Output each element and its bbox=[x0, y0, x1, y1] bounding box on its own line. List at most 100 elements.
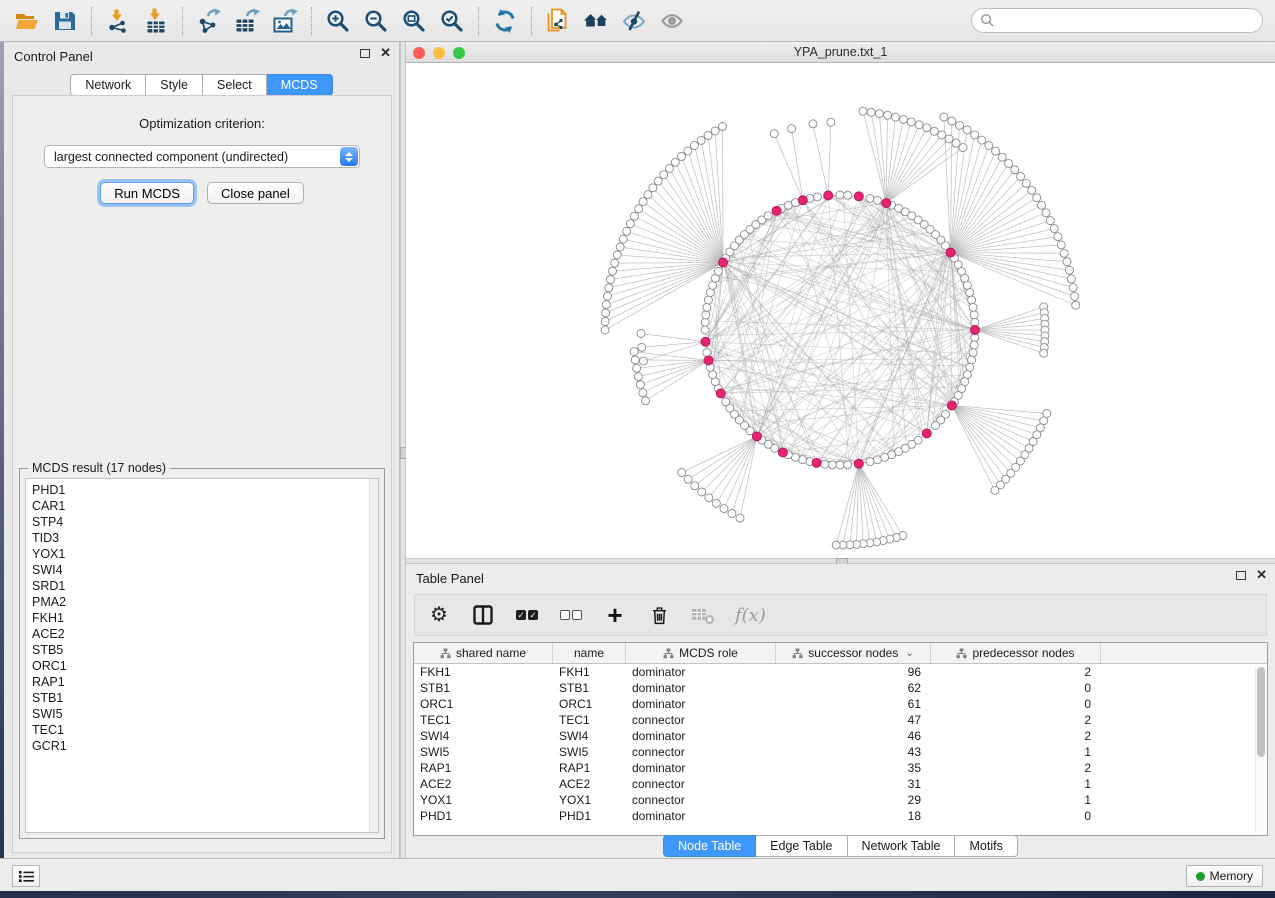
mcds-node-item[interactable]: ACE2 bbox=[32, 626, 378, 642]
open-file-button[interactable] bbox=[10, 4, 44, 38]
column-header-mcds-role[interactable]: MCDS role bbox=[626, 643, 776, 663]
mcds-node-item[interactable]: YOX1 bbox=[32, 546, 378, 562]
close-panel-icon[interactable]: ✕ bbox=[1256, 570, 1267, 580]
column-header-shared-name[interactable]: shared name bbox=[414, 643, 553, 663]
mcds-node-item[interactable]: SWI5 bbox=[32, 706, 378, 722]
table-row[interactable]: SWI5SWI5connector431 bbox=[414, 744, 1267, 760]
hide-graphics-details-button[interactable] bbox=[617, 4, 651, 38]
zoom-selected-icon bbox=[439, 8, 465, 34]
mcds-node-item[interactable]: RAP1 bbox=[32, 674, 378, 690]
table-row[interactable]: PHD1PHD1dominator180 bbox=[414, 808, 1267, 824]
tab-select[interactable]: Select bbox=[203, 74, 267, 96]
network-from-selection-button[interactable] bbox=[541, 4, 575, 38]
table-row[interactable]: FKH1FKH1dominator962 bbox=[414, 664, 1267, 680]
table-row[interactable]: YOX1YOX1connector291 bbox=[414, 792, 1267, 808]
table-row[interactable]: SWI4SWI4dominator462 bbox=[414, 728, 1267, 744]
unselect-all-button[interactable] bbox=[559, 602, 583, 628]
table-row[interactable]: STB1STB1dominator620 bbox=[414, 680, 1267, 696]
table-scrollbar[interactable] bbox=[1255, 667, 1265, 833]
tab-motifs[interactable]: Motifs bbox=[955, 835, 1017, 857]
table-row[interactable]: RAP1RAP1dominator352 bbox=[414, 760, 1267, 776]
task-history-button[interactable] bbox=[12, 865, 40, 887]
add-row-button[interactable]: + bbox=[603, 602, 627, 628]
mcds-tab-content: Optimization criterion: largest connecte… bbox=[12, 95, 392, 853]
cell-successor-nodes: 18 bbox=[776, 809, 931, 823]
zoom-in-button[interactable] bbox=[321, 4, 355, 38]
cell-mcds-role: connector bbox=[626, 745, 776, 759]
table-row[interactable]: ORC1ORC1dominator610 bbox=[414, 696, 1267, 712]
tab-style[interactable]: Style bbox=[146, 74, 203, 96]
mcds-node-item[interactable]: TID3 bbox=[32, 530, 378, 546]
control-panel-title: Control Panel bbox=[14, 49, 93, 64]
column-header-predecessor-nodes[interactable]: predecessor nodes bbox=[931, 643, 1101, 663]
table-toolbar: ⚙✓✓+f(x) bbox=[414, 594, 1267, 636]
save-session-button[interactable] bbox=[48, 4, 82, 38]
float-panel-icon[interactable] bbox=[1236, 571, 1246, 580]
optimization-criterion-select[interactable]: largest connected component (undirected) bbox=[44, 145, 360, 168]
mcds-node-item[interactable]: PMA2 bbox=[32, 594, 378, 610]
control-panel: Control Panel ✕ NetworkStyleSelectMCDS O… bbox=[4, 42, 400, 858]
mcds-node-item[interactable]: STB5 bbox=[32, 642, 378, 658]
memory-button[interactable]: Memory bbox=[1186, 865, 1263, 887]
search-icon bbox=[980, 13, 995, 28]
search-field[interactable] bbox=[971, 8, 1263, 33]
cell-mcds-role: connector bbox=[626, 777, 776, 791]
mcds-node-item[interactable]: TEC1 bbox=[32, 722, 378, 738]
tab-mcds[interactable]: MCDS bbox=[267, 74, 333, 96]
delete-row-button[interactable] bbox=[647, 602, 671, 628]
close-window-icon[interactable] bbox=[413, 47, 425, 59]
mcds-list-scrollbar[interactable] bbox=[369, 479, 378, 832]
export-table-button[interactable] bbox=[230, 4, 264, 38]
main-toolbar bbox=[0, 0, 1275, 42]
tab-network[interactable]: Network bbox=[70, 74, 146, 96]
select-all-icon: ✓✓ bbox=[516, 610, 538, 620]
close-panel-icon[interactable]: ✕ bbox=[380, 48, 391, 58]
import-network-button[interactable] bbox=[101, 4, 135, 38]
maximize-window-icon[interactable] bbox=[453, 47, 465, 59]
mcds-node-item[interactable]: SWI4 bbox=[32, 562, 378, 578]
mcds-node-item[interactable]: CAR1 bbox=[32, 498, 378, 514]
zoom-fit-button[interactable] bbox=[397, 4, 431, 38]
table-settings-button[interactable]: ⚙ bbox=[427, 602, 451, 628]
export-network-icon bbox=[196, 8, 222, 34]
mcds-node-item[interactable]: STP4 bbox=[32, 514, 378, 530]
mcds-node-item[interactable]: ORC1 bbox=[32, 658, 378, 674]
import-table-button[interactable] bbox=[139, 4, 173, 38]
column-type-icon bbox=[792, 648, 803, 659]
mcds-node-item[interactable]: STB1 bbox=[32, 690, 378, 706]
column-header-name[interactable]: name bbox=[553, 643, 626, 663]
tab-node-table[interactable]: Node Table bbox=[663, 835, 756, 857]
search-input[interactable] bbox=[1000, 14, 1254, 28]
zoom-selected-button[interactable] bbox=[435, 4, 469, 38]
tab-network-table[interactable]: Network Table bbox=[848, 835, 956, 857]
table-row[interactable]: ACE2ACE2connector311 bbox=[414, 776, 1267, 792]
add-row-icon: + bbox=[607, 605, 622, 625]
scrollbar-thumb[interactable] bbox=[1257, 667, 1265, 757]
show-graphics-details-button[interactable] bbox=[655, 4, 689, 38]
tab-edge-table[interactable]: Edge Table bbox=[756, 835, 847, 857]
select-all-button[interactable]: ✓✓ bbox=[515, 602, 539, 628]
delete-table-button bbox=[691, 602, 715, 628]
hide-graphics-details-icon bbox=[621, 8, 647, 34]
mcds-node-item[interactable]: SRD1 bbox=[32, 578, 378, 594]
network-canvas[interactable] bbox=[406, 63, 1275, 557]
first-neighbors-button[interactable] bbox=[579, 4, 613, 38]
export-image-button[interactable] bbox=[268, 4, 302, 38]
column-header-successor-nodes[interactable]: successor nodes⌄ bbox=[776, 643, 931, 663]
table-row[interactable]: TEC1TEC1connector472 bbox=[414, 712, 1267, 728]
export-network-button[interactable] bbox=[192, 4, 226, 38]
cell-shared-name: PHD1 bbox=[414, 809, 553, 823]
mcds-result-list[interactable]: PHD1CAR1STP4TID3YOX1SWI4SRD1PMA2FKH1ACE2… bbox=[25, 478, 379, 833]
zoom-out-button[interactable] bbox=[359, 4, 393, 38]
minimize-window-icon[interactable] bbox=[433, 47, 445, 59]
status-bar: Memory bbox=[0, 858, 1275, 891]
toolbar-separator bbox=[91, 7, 92, 35]
close-panel-button[interactable]: Close panel bbox=[207, 182, 304, 204]
mcds-node-item[interactable]: PHD1 bbox=[32, 482, 378, 498]
run-mcds-button[interactable]: Run MCDS bbox=[100, 182, 194, 204]
float-panel-icon[interactable] bbox=[360, 49, 370, 58]
refresh-network-button[interactable] bbox=[488, 4, 522, 38]
mcds-node-item[interactable]: GCR1 bbox=[32, 738, 378, 754]
mcds-node-item[interactable]: FKH1 bbox=[32, 610, 378, 626]
show-columns-button[interactable] bbox=[471, 602, 495, 628]
